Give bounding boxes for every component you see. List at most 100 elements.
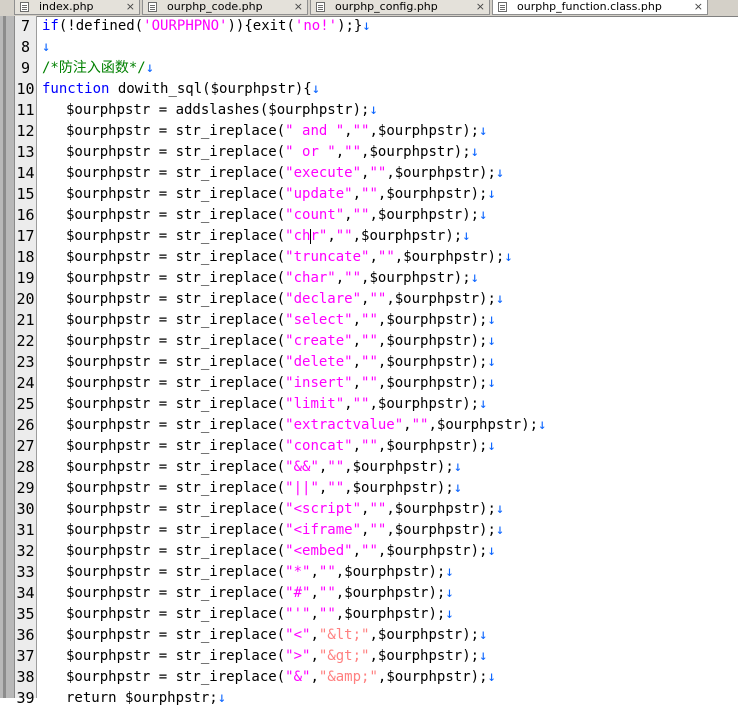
variable: $ourphpstr [344,606,429,622]
code-text[interactable]: $ourphpstr = str_ireplace("truncate","",… [42,247,513,268]
newline-icon: ↓ [479,123,488,139]
code-line[interactable]: 28 $ourphpstr = str_ireplace("&&","",$our… [0,457,738,478]
tab-ourphp-code-php[interactable]: ourphp_code.php × [142,0,308,15]
code-text[interactable]: $ourphpstr = str_ireplace("&","&amp;",$o… [42,667,496,688]
code-line[interactable]: 39 return $ourphpstr;↓ [0,688,738,709]
code-text[interactable]: $ourphpstr = str_ireplace("<iframe","",$… [42,520,504,541]
tab-ourphp-config-php[interactable]: ourphp_config.php × [310,0,490,15]
close-icon[interactable]: × [126,0,135,14]
code-text[interactable]: $ourphpstr = str_ireplace("<embed","",$o… [42,541,496,562]
php-file-icon [316,2,325,12]
code-text[interactable]: $ourphpstr = str_ireplace("*","",$ourphp… [42,562,454,583]
code-text[interactable]: $ourphpstr = str_ireplace("'","",$ourphp… [42,604,454,625]
code-line[interactable]: 19 $ourphpstr = str_ireplace("char","",$o… [0,268,738,289]
code-line[interactable]: 38 $ourphpstr = str_ireplace("&","&amp;",… [0,667,738,688]
code-text[interactable]: ↓ [42,37,50,58]
code-line[interactable]: 14 $ourphpstr = str_ireplace("execute",""… [0,163,738,184]
code-line[interactable]: 34 $ourphpstr = str_ireplace("#","",$ourp… [0,583,738,604]
code-text[interactable]: $ourphpstr = str_ireplace("declare","",$… [42,289,504,310]
code-line[interactable]: 37 $ourphpstr = str_ireplace(">","&gt;",$… [0,646,738,667]
code-text[interactable]: $ourphpstr = str_ireplace("count","",$ou… [42,205,488,226]
code-text[interactable]: if(!defined('OURPHPNO')){exit('no!');}↓ [42,16,371,37]
code-line[interactable]: 20 $ourphpstr = str_ireplace("declare",""… [0,289,738,310]
tab-ourphp-function-class-php[interactable]: ourphp_function.class.php × [492,0,708,15]
code-line[interactable]: 21 $ourphpstr = str_ireplace("select","",… [0,310,738,331]
statement-prefix: $ourphpstr = str_ireplace( [66,543,286,559]
code-line[interactable]: 30 $ourphpstr = str_ireplace("<script",""… [0,499,738,520]
statement-prefix: $ourphpstr = str_ireplace( [66,123,286,139]
code-text[interactable]: $ourphpstr = str_ireplace("update","",$o… [42,184,496,205]
code-text[interactable]: function dowith_sql($ourphpstr){↓ [42,79,320,100]
code-line-9[interactable]: 9 /*防注入函数*/↓ [0,58,738,79]
newline-icon: ↓ [538,417,547,433]
statement-prefix: $ourphpstr = str_ireplace( [66,291,286,307]
code-line[interactable]: 24 $ourphpstr = str_ireplace("insert","",… [0,373,738,394]
code-line[interactable]: 12 $ourphpstr = str_ireplace(" and ","",$… [0,121,738,142]
close-icon[interactable]: × [694,0,703,14]
code-text[interactable]: $ourphpstr = str_ireplace("<script","",$… [42,499,504,520]
code-text[interactable]: $ourphpstr = str_ireplace("&&","",$ourph… [42,457,462,478]
code-line[interactable]: 18 $ourphpstr = str_ireplace("truncate","… [0,247,738,268]
statement-prefix: $ourphpstr = str_ireplace( [66,144,286,160]
code-line-10[interactable]: 10 function dowith_sql($ourphpstr){↓ [0,79,738,100]
code-line[interactable]: 36 $ourphpstr = str_ireplace("<","&lt;",$… [0,625,738,646]
tab-index-php[interactable]: index.php × [14,0,140,15]
code-lines[interactable]: 7 if(!defined('OURPHPNO')){exit('no!');}… [0,16,738,709]
code-text[interactable]: $ourphpstr = str_ireplace("||","",$ourph… [42,478,462,499]
code-text[interactable]: $ourphpstr = str_ireplace("#","",$ourphp… [42,583,454,604]
code-line[interactable]: 35 $ourphpstr = str_ireplace("'","",$ourp… [0,604,738,625]
newline-icon: ↓ [487,543,496,559]
code-line[interactable]: 23 $ourphpstr = str_ireplace("delete","",… [0,352,738,373]
comma: , [369,249,378,265]
code-line[interactable]: 29 $ourphpstr = str_ireplace("||","",$our… [0,478,738,499]
code-line[interactable]: 13 $ourphpstr = str_ireplace(" or ","",$o… [0,142,738,163]
code-line[interactable]: 25 $ourphpstr = str_ireplace("limit","",$… [0,394,738,415]
code-text[interactable]: $ourphpstr = str_ireplace(">","&gt;",$ou… [42,646,488,667]
code-text[interactable]: $ourphpstr = str_ireplace("concat","",$o… [42,436,496,457]
newline-icon: ↓ [495,291,505,307]
code-text[interactable]: $ourphpstr = str_ireplace("char","",$our… [42,268,479,289]
code-line-8[interactable]: 8 ↓ [0,37,738,58]
comma: , [310,627,319,643]
code-text[interactable]: $ourphpstr = addslashes($ourphpstr);↓ [42,100,378,121]
code-text[interactable]: $ourphpstr = str_ireplace(" or ","",$our… [42,142,479,163]
code-text[interactable]: $ourphpstr = str_ireplace("delete","",$o… [42,352,496,373]
code-text[interactable]: $ourphpstr = str_ireplace("extractvalue"… [42,415,547,436]
line-number: 13 [16,143,35,161]
variable: $ourphpstr [352,480,437,496]
code-text[interactable]: $ourphpstr = str_ireplace("select","",$o… [42,310,496,331]
line-number: 29 [16,479,35,497]
code-line[interactable]: 31 $ourphpstr = str_ireplace("<iframe",""… [0,520,738,541]
code-line[interactable]: 15 $ourphpstr = str_ireplace("update","",… [0,184,738,205]
punct: ); [470,669,488,685]
code-line[interactable]: 26 $ourphpstr = str_ireplace("extractvalu… [0,415,738,436]
line-number: 25 [16,395,35,413]
code-line[interactable]: 22 $ourphpstr = str_ireplace("create","",… [0,331,738,352]
code-line[interactable]: 17 $ourphpstr = str_ireplace("chr","",$ou… [0,226,738,247]
code-text[interactable]: $ourphpstr = str_ireplace("create","",$o… [42,331,496,352]
comma: , [369,123,378,139]
code-text[interactable]: $ourphpstr = str_ireplace("<","&lt;",$ou… [42,625,488,646]
code-text[interactable]: $ourphpstr = str_ireplace(" and ","",$ou… [42,121,488,142]
code-text[interactable]: /*防注入函数*/↓ [42,58,154,79]
string-literal: "||" [285,480,319,496]
code-text[interactable]: $ourphpstr = str_ireplace("insert","",$o… [42,373,496,394]
newline-icon: ↓ [479,627,488,643]
string-literal: "&" [285,669,311,685]
code-line-11[interactable]: 11 $ourphpstr = addslashes($ourphpstr);↓ [0,100,738,121]
statement-prefix: $ourphpstr = str_ireplace( [66,501,286,517]
string-literal: "" [377,249,395,265]
code-text[interactable]: $ourphpstr = str_ireplace("chr","",$ourp… [42,226,471,247]
code-text[interactable]: $ourphpstr = str_ireplace("execute","",$… [42,163,504,184]
code-line[interactable]: 33 $ourphpstr = str_ireplace("*","",$ourp… [0,562,738,583]
code-line[interactable]: 32 $ourphpstr = str_ireplace("<embed","",… [0,541,738,562]
newline-icon: ↓ [487,354,496,370]
code-editor[interactable]: 7 if(!defined('OURPHPNO')){exit('no!');}… [0,16,738,707]
code-line-7[interactable]: 7 if(!defined('OURPHPNO')){exit('no!');}… [0,16,738,37]
code-text[interactable]: return $ourphpstr;↓ [42,688,226,709]
close-icon[interactable]: × [476,0,485,14]
code-line[interactable]: 16 $ourphpstr = str_ireplace("count","",$… [0,205,738,226]
close-icon[interactable]: × [294,0,303,14]
code-text[interactable]: $ourphpstr = str_ireplace("limit","",$ou… [42,394,488,415]
code-line[interactable]: 27 $ourphpstr = str_ireplace("concat","",… [0,436,738,457]
